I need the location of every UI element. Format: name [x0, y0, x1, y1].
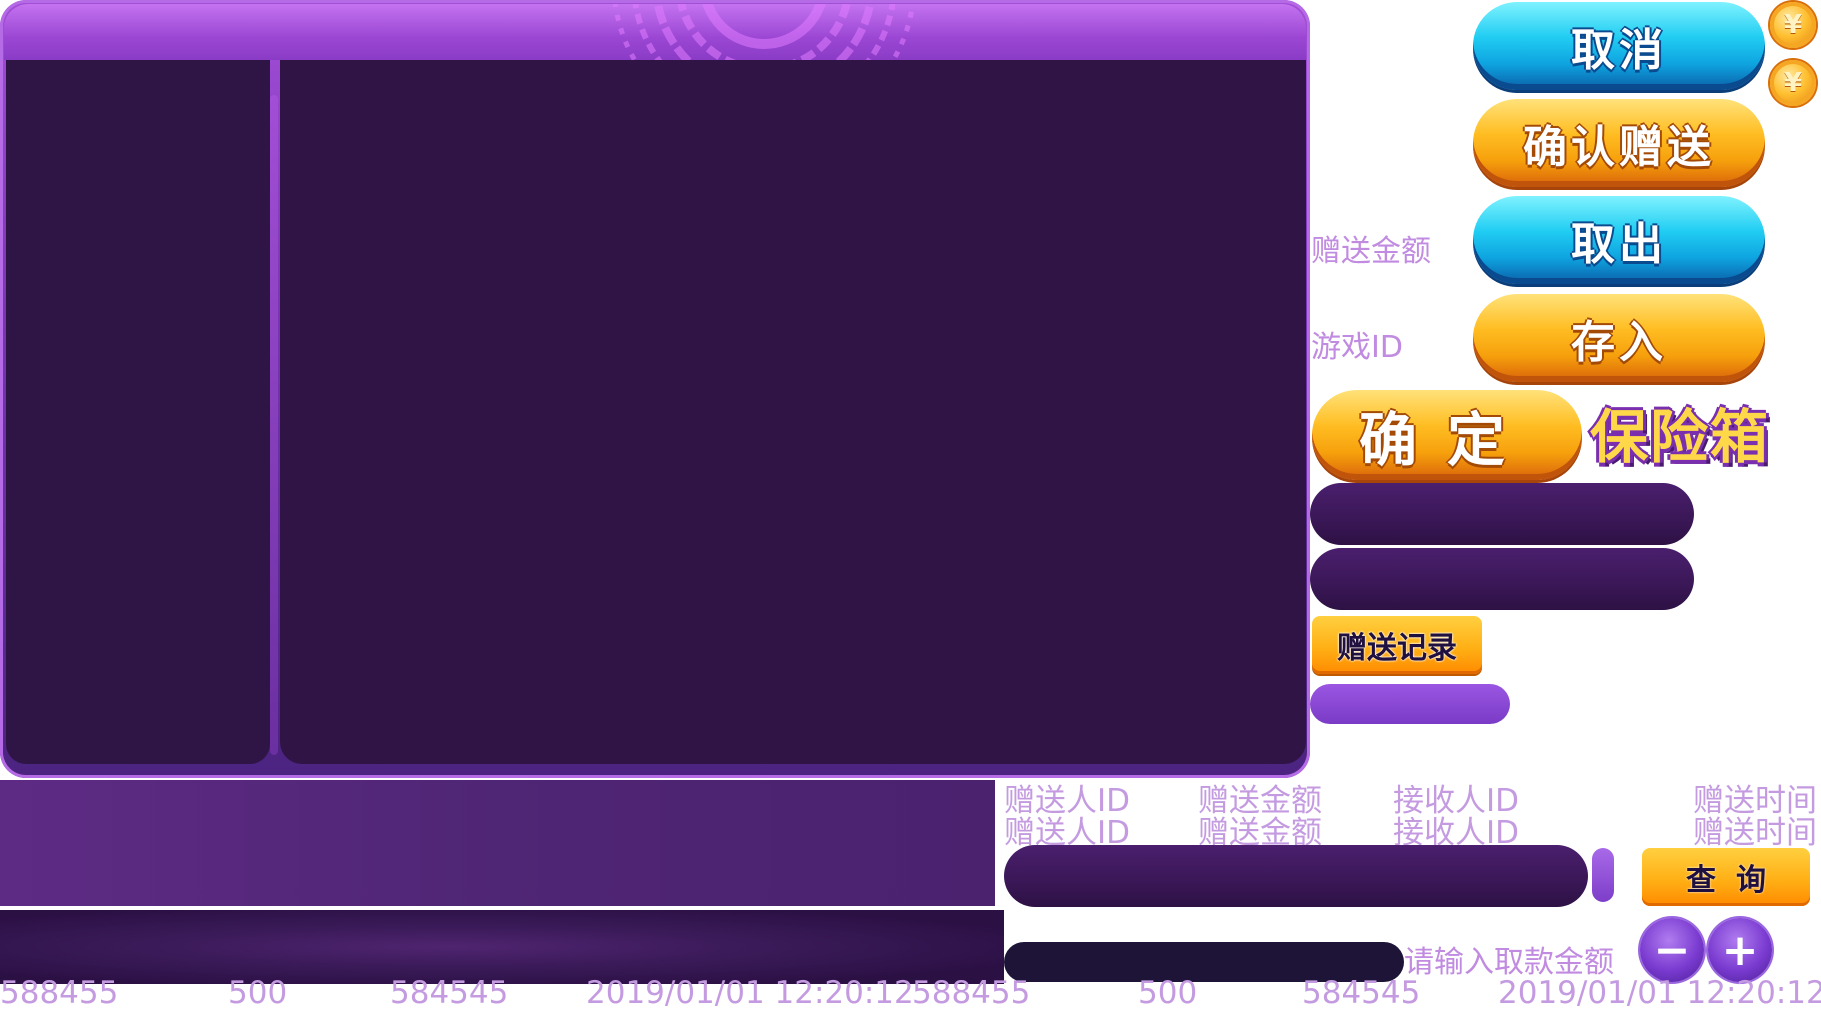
give-record-button[interactable]: 赠送记录	[1312, 616, 1482, 674]
record-amount: 500	[228, 975, 288, 1011]
plus-button[interactable]: +	[1708, 918, 1772, 982]
give-amount-label: 赠送金额	[1311, 234, 1431, 269]
query-button[interactable]: 查询	[1642, 848, 1810, 906]
record-time: 2019/01/01 12:20:12	[1498, 975, 1821, 1011]
record-receiver-id: 584545	[390, 975, 509, 1011]
panel-content-area	[280, 60, 1306, 764]
coin-icon: ¥	[1770, 60, 1816, 106]
give-amount-input[interactable]	[1310, 548, 1694, 610]
record-giver-id: 588455	[912, 975, 1031, 1011]
header-time: 赠送时间	[1693, 815, 1817, 851]
confirm-give-button[interactable]: 确认赠送	[1473, 99, 1765, 187]
safe-box-title: 保险箱	[1590, 403, 1771, 471]
list-row-background	[0, 910, 1004, 984]
list-row-background	[0, 780, 995, 906]
game-id-label: 游戏ID	[1311, 330, 1403, 365]
record-amount: 500	[1138, 975, 1198, 1011]
query-input[interactable]	[1004, 845, 1588, 907]
scrollbar-thumb[interactable]	[1592, 848, 1614, 902]
record-receiver-id: 584545	[1302, 975, 1421, 1011]
coin-icon: ¥	[1770, 2, 1816, 48]
panel-header-bar	[4, 4, 1306, 60]
panel-side-list	[6, 60, 270, 764]
deposit-button[interactable]: 存入	[1473, 294, 1765, 382]
panel-divider	[270, 95, 278, 755]
withdraw-button[interactable]: 取出	[1473, 196, 1765, 284]
header-ring-decoration	[612, 4, 916, 60]
minus-button[interactable]: −	[1640, 918, 1704, 982]
slider-track[interactable]	[1310, 684, 1510, 724]
record-time: 2019/01/01 12:20:12	[586, 975, 914, 1011]
cancel-button[interactable]: 取消	[1473, 2, 1765, 90]
game-id-input[interactable]	[1310, 483, 1694, 545]
ok-button[interactable]: 确定	[1312, 390, 1582, 480]
record-giver-id: 588455	[0, 975, 119, 1011]
